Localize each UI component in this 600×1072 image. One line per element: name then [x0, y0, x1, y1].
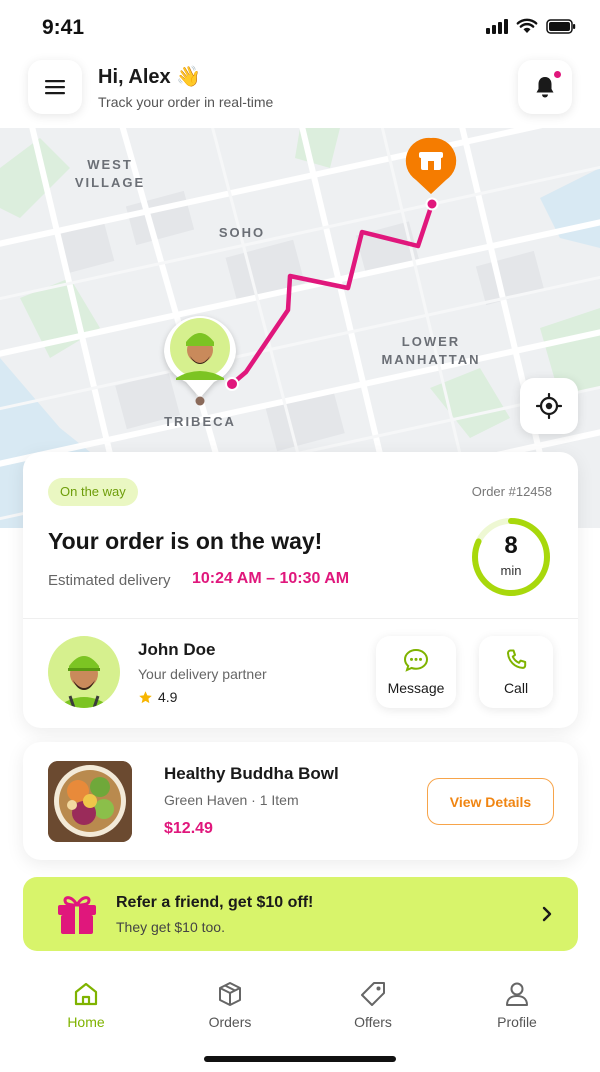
promo-subtitle: They get $10 too. [116, 919, 225, 935]
chat-icon [403, 648, 429, 672]
phone-icon [507, 649, 527, 669]
divider [23, 618, 578, 619]
view-details-button[interactable]: View Details [427, 778, 554, 825]
call-label: Call [503, 680, 529, 696]
message-label: Message [387, 680, 445, 696]
food-price: $12.49 [164, 820, 213, 837]
menu-button[interactable] [28, 60, 82, 114]
call-button[interactable]: Call [479, 636, 553, 708]
crosshair-icon [536, 393, 562, 419]
timer-unit: min [500, 563, 522, 578]
nav-item-profile[interactable]: Profile [467, 980, 567, 1030]
map-label-tribeca: TRIBECA [164, 414, 236, 429]
star-icon [139, 690, 152, 703]
referral-banner[interactable]: Refer a friend, get $10 off! They get $1… [23, 877, 578, 951]
driver-avatar [48, 636, 120, 708]
status-badge: On the way [48, 478, 138, 506]
eta-time: 10:24 AM – 10:30 AM [192, 570, 350, 587]
eta-label: Estimated delivery [48, 572, 171, 589]
status-bar: 9:41 [0, 0, 600, 56]
notifications-button[interactable] [518, 60, 572, 114]
map-label-west-village: WEST VILLAGE [74, 157, 146, 190]
driver-pin[interactable] [164, 316, 236, 406]
status-time: 9:41 [42, 16, 85, 39]
box-icon [219, 982, 241, 1006]
order-title: Your order is on the way! [48, 528, 323, 554]
driver-rating: 4.9 [138, 689, 177, 705]
map-label-soho: SOHO [218, 225, 266, 240]
order-card: On the way Order #12458 Your order is on… [23, 452, 578, 728]
food-meta: Green Haven · 1 Item [164, 792, 299, 808]
battery-icon [546, 18, 576, 34]
hamburger-icon [45, 80, 65, 95]
status-icons [486, 18, 576, 34]
rating-value: 4.9 [158, 689, 178, 705]
promo-title: Refer a friend, get $10 off! [116, 894, 314, 911]
greeting-title: Hi, Alex 👋 [98, 66, 202, 88]
home-indicator [204, 1056, 396, 1062]
nav-item-orders[interactable]: Orders [180, 980, 280, 1030]
nav-label-profile: Profile [497, 1014, 537, 1030]
nav-item-home[interactable]: Home [36, 980, 136, 1030]
countdown-timer: 8 min [470, 516, 552, 598]
nav-item-offers[interactable]: Offers [323, 980, 423, 1030]
food-image [48, 761, 132, 842]
gift-icon [58, 896, 96, 934]
notification-badge [553, 70, 562, 79]
bell-icon [536, 77, 554, 98]
user-icon [506, 982, 528, 1006]
nav-label-home: Home [67, 1014, 105, 1030]
header: Hi, Alex 👋 Track your order in real-time [0, 56, 600, 128]
nav-label-offers: Offers [354, 1014, 392, 1030]
nav-label-orders: Orders [208, 1014, 252, 1030]
food-name: Healthy Buddha Bowl [164, 764, 339, 783]
home-icon [74, 982, 98, 1006]
driver-name: John Doe [138, 640, 216, 659]
store-pin-icon[interactable] [405, 137, 457, 194]
greeting-subtitle: Track your order in real-time [98, 94, 274, 110]
map-label-lower-manhattan: LOWER MANHATTAN [381, 334, 481, 367]
chevron-right-icon [542, 906, 552, 922]
tag-icon [361, 982, 385, 1006]
message-button[interactable]: Message [376, 636, 456, 708]
order-number: Order #12458 [471, 484, 552, 499]
bottom-nav: Home Orders Offers Profile [0, 980, 600, 1040]
signal-icon [486, 18, 508, 34]
locate-button[interactable] [520, 378, 578, 434]
timer-value: 8 [504, 532, 518, 559]
food-item-card: Healthy Buddha Bowl Green Haven · 1 Item… [23, 742, 578, 860]
wifi-icon [516, 18, 538, 33]
driver-role: Your delivery partner [138, 666, 267, 682]
